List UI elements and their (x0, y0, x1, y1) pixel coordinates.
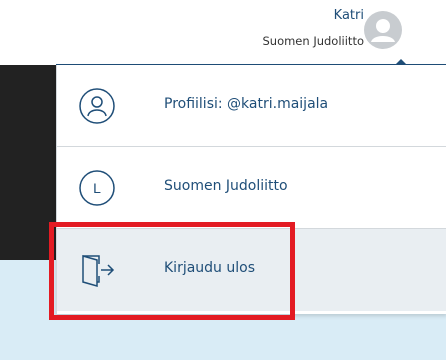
menu-item-label: Suomen Judoliitto (164, 178, 288, 194)
menu-item-organization[interactable]: L Suomen Judoliitto (57, 147, 446, 229)
organization-letter-icon: L (79, 170, 115, 206)
organization-icon-letter: L (93, 180, 101, 196)
user-name[interactable]: Katri (334, 8, 364, 23)
highlight-annotation-box (49, 222, 295, 320)
user-profile-icon (79, 88, 115, 124)
avatar-icon[interactable] (363, 10, 403, 50)
menu-item-label: Profiilisi: @katri.maijala (164, 96, 329, 112)
user-organization[interactable]: Suomen Judoliitto (262, 34, 364, 48)
background-dark-panel (0, 65, 56, 260)
menu-item-profile[interactable]: Profiilisi: @katri.maijala (57, 65, 446, 147)
